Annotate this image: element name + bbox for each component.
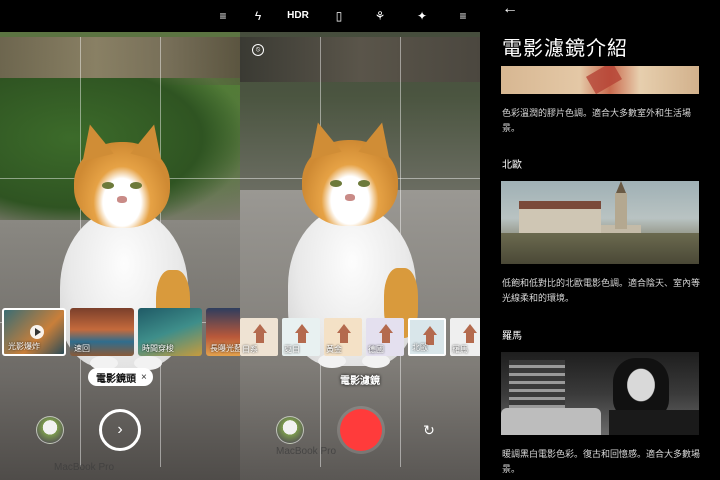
filter-tile[interactable]: 黃金 [324, 318, 362, 356]
close-icon[interactable]: × [141, 372, 147, 383]
film-thumb-label: 長曝光藍 [210, 344, 240, 353]
film-thumb-3[interactable]: 時間穿梭 [138, 308, 202, 356]
shutter-button[interactable]: › [99, 409, 141, 451]
filter-tile[interactable]: 羅馬 [450, 318, 480, 356]
section-description: 暖調黑白電影色彩。復古和回憶感。適合大多數場景。 [502, 449, 701, 474]
more-icon[interactable]: ≡ [455, 8, 471, 24]
chevron-right-icon: › [117, 421, 123, 438]
menu-icon[interactable]: ≡ [215, 8, 231, 24]
film-thumbnail-strip: 光影爆炸 速回 時間穿梭 長曝光藍 [2, 308, 240, 356]
filter-tile-selected[interactable]: 北歐 [408, 318, 446, 356]
flash-off-icon[interactable]: ϟ [250, 8, 266, 24]
section-title: 北歐 [502, 160, 522, 171]
section-description: 低飽和低對比的北歐電影色調。適合陰天、室內等光線柔和的環境。 [502, 278, 701, 303]
filter-strip: 日系 夏日 黃金 德國 北歐 羅馬 [240, 318, 480, 356]
stabilize-icon[interactable]: ▯ [331, 8, 347, 24]
filter-tile[interactable]: 日系 [240, 318, 278, 356]
effect-icon[interactable]: ✦ [414, 8, 430, 24]
section-description: 色彩溫潤的膠片色調。適合大多數室外和生活場景。 [502, 108, 692, 133]
sample-photo-bw [501, 352, 699, 435]
camera-screen-middle: ϟ HDR ▯ ⚘ ✦ ≡ ⦸ 日系 夏日 黃金 德國 北歐 羅馬 電影濾鏡 M… [240, 0, 480, 480]
filter-tile[interactable]: 德國 [366, 318, 404, 356]
filter-mode-caption: 電影濾鏡 [340, 376, 380, 387]
camera-screen-left: ≡ 光影爆炸 速回 時間穿梭 長曝光藍 電影鏡頭 × MacBook Pro › [0, 0, 240, 480]
camera-top-bar: ≡ [0, 0, 240, 32]
timer-icon[interactable]: ⦸ [252, 44, 264, 56]
camera-top-bar: ϟ HDR ▯ ⚘ ✦ ≡ [240, 0, 480, 32]
filter-intro-page: ← 電影濾鏡介紹 色彩溫潤的膠片色調。適合大多數室外和生活場景。 北歐 低飽和低… [480, 0, 720, 480]
color-filter-icon[interactable]: ⚘ [372, 8, 388, 24]
sample-photo-castle [501, 181, 699, 264]
film-thumb-2[interactable]: 速回 [70, 308, 134, 356]
gallery-thumbnail[interactable] [36, 416, 64, 444]
film-thumb-label: 速回 [74, 344, 90, 353]
laptop-label: MacBook Pro [276, 446, 337, 457]
back-arrow-icon[interactable]: ← [502, 0, 518, 18]
laptop-label: MacBook Pro [54, 462, 115, 473]
background-wall [240, 37, 480, 82]
film-thumb-label: 光影爆炸 [8, 342, 40, 351]
section-title: 羅馬 [502, 331, 522, 342]
filter-tile[interactable]: 夏日 [282, 318, 320, 356]
record-button[interactable] [340, 409, 382, 451]
gallery-thumbnail[interactable] [276, 416, 304, 444]
film-thumb-4[interactable]: 長曝光藍 [206, 308, 240, 356]
page-title: 電影濾鏡介紹 [502, 38, 628, 60]
film-lens-chip[interactable]: 電影鏡頭 × [88, 368, 153, 386]
hdr-icon[interactable]: HDR [286, 8, 310, 24]
flip-camera-icon[interactable]: ↻ [420, 421, 438, 439]
chip-label: 電影鏡頭 [96, 373, 136, 385]
film-thumb-1[interactable]: 光影爆炸 [2, 308, 66, 356]
sample-photo-warm [501, 66, 699, 94]
play-icon [30, 325, 44, 339]
film-thumb-label: 時間穿梭 [142, 344, 174, 353]
